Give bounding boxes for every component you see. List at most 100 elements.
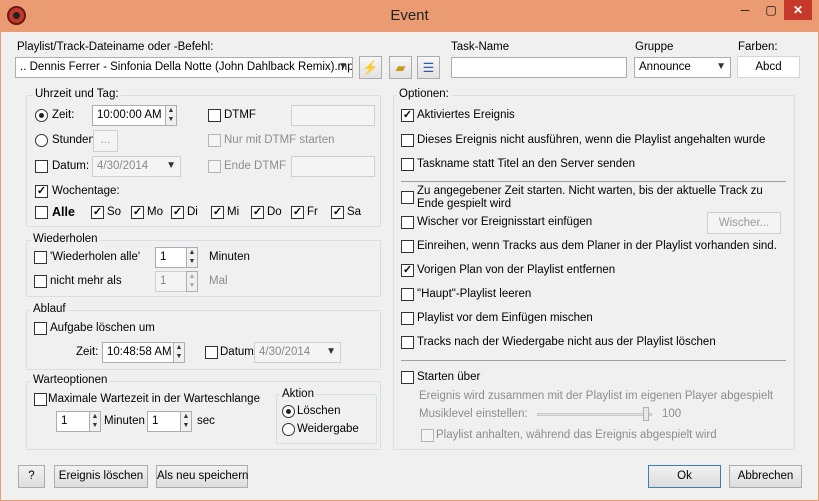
ablauf-datum-checkbox[interactable] (205, 346, 218, 359)
playlist-select[interactable]: .. Dennis Ferrer - Sinfonia Della Notte … (15, 57, 353, 78)
ende-dtmf-input[interactable] (291, 156, 375, 177)
datum-value: 4/30/2014 (97, 160, 149, 172)
anhalten-label: Playlist anhalten, während das Ereignis … (436, 429, 717, 441)
ablauf-datum-select[interactable]: 4/30/2014 ▼ (254, 342, 341, 363)
ok-button[interactable]: Ok (648, 465, 721, 488)
gruppe-label: Gruppe (635, 41, 674, 53)
musiklevel-slider-thumb[interactable] (643, 407, 649, 421)
wischer-button[interactable]: Wischer... (707, 212, 781, 234)
minimize-button[interactable]: ─ (732, 0, 758, 20)
wiederholen-alle-input[interactable]: 1 (155, 247, 187, 268)
ereignis-loeschen-button[interactable]: Ereignis löschen (54, 465, 148, 488)
window-title: Event (390, 7, 429, 24)
day-checkbox[interactable]: ✓ (291, 206, 304, 219)
starten-checkbox[interactable] (401, 371, 414, 384)
warte-minuten-spinner[interactable]: ▲ ▼ (89, 411, 101, 432)
farben-preview[interactable]: Abcd (737, 56, 800, 78)
day-label: Di (187, 206, 198, 218)
nur-dtmf-checkbox[interactable] (208, 134, 221, 147)
warte-sec-spinner[interactable]: ▲ ▼ (180, 411, 192, 432)
nicht-mehr-spinner[interactable]: ▲ ▼ (186, 271, 198, 292)
option-label: "Haupt"-Playlist leeren (417, 288, 532, 300)
wiederholen-alle-checkbox[interactable] (34, 251, 47, 264)
anhalten-checkbox[interactable] (421, 429, 434, 442)
option-checkbox[interactable] (401, 134, 414, 147)
maximize-button[interactable]: ▢ (758, 0, 784, 20)
uhrzeit-legend: Uhrzeit und Tag: (33, 88, 121, 100)
option-checkbox[interactable] (401, 216, 414, 229)
maximale-checkbox[interactable] (34, 393, 47, 406)
wiederholen-alle-spinner[interactable]: ▲ ▼ (186, 247, 198, 268)
zeit-spinner[interactable]: ▲ ▼ (165, 105, 177, 126)
farben-label: Farben: (738, 41, 778, 53)
day-checkbox[interactable]: ✓ (331, 206, 344, 219)
chevron-down-icon: ▼ (338, 61, 348, 72)
zeit-radio[interactable] (35, 109, 48, 122)
ablauf-zeit-label: Zeit: (76, 346, 99, 358)
close-button[interactable]: ✕ (784, 0, 812, 20)
day-checkbox[interactable]: ✓ (131, 206, 144, 219)
option-checkbox[interactable]: ✓ (401, 264, 414, 277)
list-icon[interactable]: ☰ (417, 56, 440, 79)
taskname-input[interactable] (451, 57, 627, 78)
aktion-legend: Aktion (280, 388, 316, 400)
loeschen-radio[interactable] (282, 405, 295, 418)
day-label: Sa (347, 206, 362, 218)
taskname-label: Task-Name (451, 41, 510, 53)
wiederholen-group (26, 240, 381, 297)
dtmf-checkbox[interactable] (208, 109, 221, 122)
ablauf-zeit-input[interactable]: 10:48:58 AM (102, 342, 174, 363)
zeit-input[interactable]: 10:00:00 AM (92, 105, 166, 126)
abbrechen-button[interactable]: Abbrechen (729, 465, 802, 488)
stunden-button[interactable]: ... (93, 130, 118, 152)
wochentage-checkbox[interactable]: ✓ (35, 185, 48, 198)
warte-minuten-input[interactable]: 1 (56, 411, 90, 432)
day-label: Mo (147, 206, 163, 218)
option-label: Vorigen Plan von der Playlist entfernen (417, 264, 616, 276)
dtmf-input[interactable] (291, 105, 375, 126)
gruppe-select[interactable]: Announce ▼ (634, 57, 731, 78)
musiklevel-value: 100 (662, 408, 682, 420)
weidergabe-radio[interactable] (282, 423, 295, 436)
option-checkbox[interactable] (401, 288, 414, 301)
app-icon (7, 6, 26, 25)
ende-dtmf-checkbox[interactable] (208, 160, 221, 173)
minuten-label: Minuten (209, 251, 250, 263)
aufgabe-checkbox[interactable] (34, 322, 47, 335)
option-label: Aktiviertes Ereignis (417, 109, 515, 121)
stunden-radio[interactable] (35, 134, 48, 147)
datum-select[interactable]: 4/30/2014 ▼ (92, 156, 181, 177)
day-checkbox[interactable]: ✓ (251, 206, 264, 219)
option-checkbox[interactable]: ✓ (401, 109, 414, 122)
ablauf-zeit-spinner[interactable]: ▲ ▼ (173, 342, 185, 363)
datum-checkbox[interactable] (35, 160, 48, 173)
option-checkbox[interactable] (401, 336, 414, 349)
alle-checkbox[interactable] (35, 206, 48, 219)
option-checkbox[interactable] (401, 240, 414, 253)
warte-sec-input[interactable]: 1 (147, 411, 181, 432)
weidergabe-label: Weidergabe (297, 423, 359, 435)
folder-icon[interactable]: ▰ (389, 56, 412, 79)
als-neu-speichern-button[interactable]: Als neu speichern (156, 465, 248, 488)
option-checkbox[interactable] (401, 158, 414, 171)
ablauf-legend: Ablauf (31, 303, 68, 315)
musiklevel-slider[interactable] (537, 413, 652, 416)
gruppe-value: Announce (639, 61, 691, 73)
nicht-mehr-checkbox[interactable] (34, 275, 47, 288)
option-label: Tracks nach der Wiedergabe nicht aus der… (417, 336, 716, 348)
day-checkbox[interactable]: ✓ (91, 206, 104, 219)
help-button[interactable]: ? (18, 465, 45, 488)
day-checkbox[interactable]: ✓ (171, 206, 184, 219)
nicht-mehr-label: nicht mehr als (50, 275, 122, 287)
lightning-icon[interactable]: ⚡ (359, 56, 382, 79)
option-checkbox[interactable] (401, 312, 414, 325)
day-label: So (107, 206, 122, 218)
chevron-down-icon: ▼ (326, 346, 336, 357)
option-label: Einreihen, wenn Tracks aus dem Planer in… (417, 240, 777, 252)
warte-minuten-label: Minuten (104, 415, 145, 427)
wiederholen-legend: Wiederholen (31, 233, 100, 245)
day-checkbox[interactable]: ✓ (211, 206, 224, 219)
option-label: Playlist vor dem Einfügen mischen (417, 312, 593, 324)
nicht-mehr-input[interactable]: 1 (155, 271, 187, 292)
option-checkbox[interactable] (401, 191, 414, 204)
